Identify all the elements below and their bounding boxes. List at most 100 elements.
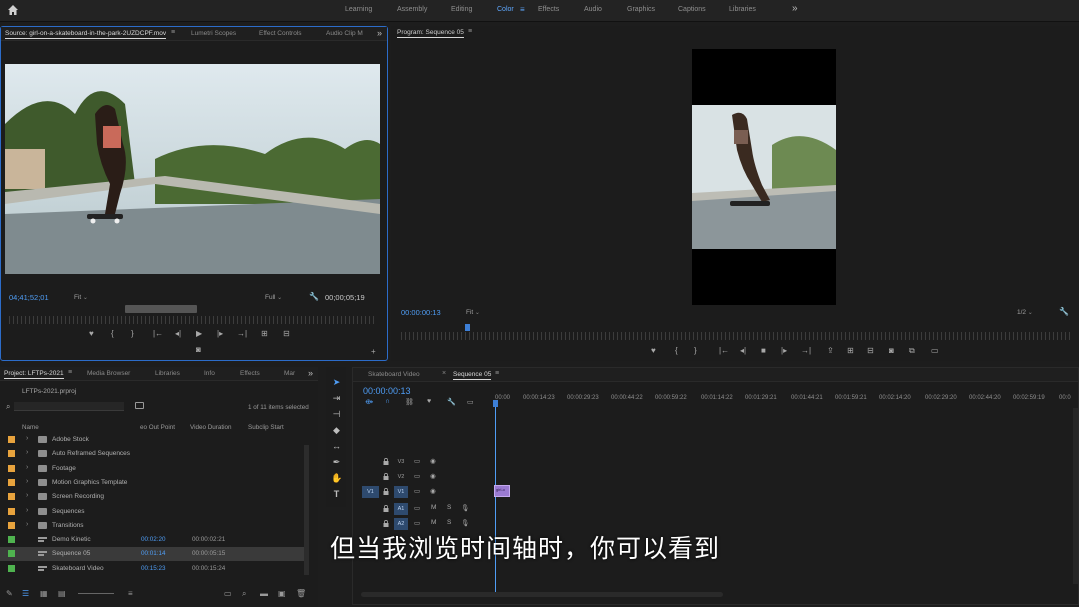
expand-chevron-icon[interactable]: › xyxy=(26,507,28,514)
close-tab-icon[interactable]: × xyxy=(442,370,446,377)
eye-icon[interactable]: ◉ xyxy=(430,457,436,465)
sync-lock-icon[interactable]: ▭ xyxy=(414,472,420,480)
snap-icon[interactable]: ∩ xyxy=(385,398,390,405)
source-patch[interactable]: V1 xyxy=(362,486,379,498)
export-frame-icon[interactable]: ◙ xyxy=(889,346,894,355)
column-video-duration[interactable]: Video Duration xyxy=(190,424,232,431)
linked-selection-icon[interactable]: ⛓ xyxy=(405,398,414,406)
sync-lock-icon[interactable]: ▭ xyxy=(414,457,420,465)
workspace-tab-graphics[interactable]: Graphics xyxy=(627,6,655,13)
proxy-toggle-icon[interactable]: ⧉ xyxy=(909,346,915,356)
project-item-row[interactable]: › Transitions xyxy=(0,519,305,533)
workspace-menu-icon[interactable]: ≡ xyxy=(520,5,525,14)
label-color-swatch[interactable] xyxy=(8,536,15,544)
project-item-row[interactable]: › Auto Reframed Sequences xyxy=(0,447,305,461)
workspace-tab-effects[interactable]: Effects xyxy=(538,6,559,13)
type-tool-icon[interactable]: T xyxy=(331,489,342,500)
program-time-ruler[interactable] xyxy=(401,332,1071,340)
workspace-tab-learning[interactable]: Learning xyxy=(345,6,372,13)
project-item-row[interactable]: › Sequences xyxy=(0,505,305,519)
tab-media-browser[interactable]: Media Browser xyxy=(87,370,130,377)
timeline-settings-icon[interactable]: 🔧 xyxy=(447,398,456,406)
label-color-swatch[interactable] xyxy=(8,564,15,572)
program-resolution-dropdown[interactable]: 1/2 xyxy=(1017,309,1033,316)
source-in-out-range[interactable] xyxy=(125,305,197,313)
export-frame-icon[interactable]: ◙ xyxy=(196,345,201,354)
play-icon[interactable]: ▶ xyxy=(196,329,202,338)
pencil-icon[interactable]: ✎ xyxy=(6,589,13,598)
tab-libraries[interactable]: Libraries xyxy=(155,370,180,377)
tab-info[interactable]: Info xyxy=(204,370,215,377)
expand-chevron-icon[interactable]: › xyxy=(26,449,28,456)
tab-lumetri-scopes[interactable]: Lumetri Scopes xyxy=(191,30,236,37)
razor-tool-icon[interactable]: ◆ xyxy=(331,425,342,436)
overwrite-icon[interactable]: ⊟ xyxy=(283,329,290,338)
nest-toggle-icon[interactable]: ⟴ xyxy=(365,398,373,406)
step-back-icon[interactable]: ◂| xyxy=(175,329,181,338)
timeline-zoom-scrollbar[interactable] xyxy=(361,592,723,597)
project-item-row[interactable]: › Screen Recording xyxy=(0,490,305,504)
expand-chevron-icon[interactable]: › xyxy=(26,521,28,528)
mute-icon[interactable]: M xyxy=(431,519,436,526)
go-to-in-icon[interactable]: |← xyxy=(153,329,163,338)
new-bin-from-search-icon[interactable] xyxy=(135,402,144,409)
label-color-swatch[interactable] xyxy=(8,478,15,486)
lock-icon[interactable] xyxy=(383,458,389,465)
tab-source[interactable]: Source: girl-on-a-skateboard-in-the-park… xyxy=(5,30,167,39)
tab-program[interactable]: Program: Sequence 05 xyxy=(397,29,464,38)
stop-icon[interactable]: ■ xyxy=(761,346,766,355)
search-input[interactable] xyxy=(14,402,124,411)
label-color-swatch[interactable] xyxy=(8,450,15,458)
solo-icon[interactable]: S xyxy=(447,519,451,526)
label-color-swatch[interactable] xyxy=(8,436,15,443)
panel-menu-icon[interactable]: ≡ xyxy=(171,29,175,36)
go-to-out-icon[interactable]: →| xyxy=(801,346,811,355)
mute-icon[interactable]: M xyxy=(431,504,436,511)
ripple-edit-tool-icon[interactable]: ⊣ xyxy=(331,409,342,420)
go-to-in-icon[interactable]: |← xyxy=(719,346,729,355)
solo-icon[interactable]: S xyxy=(447,504,451,511)
program-playhead-timecode[interactable]: 00:00:00:13 xyxy=(401,308,441,317)
workspace-tab-libraries[interactable]: Libraries xyxy=(729,6,756,13)
workspace-tab-captions[interactable]: Captions xyxy=(678,6,706,13)
timeline-vertical-scrollbar[interactable] xyxy=(1073,408,1078,584)
lock-icon[interactable] xyxy=(383,505,389,512)
project-scrollbar[interactable] xyxy=(304,445,309,575)
mark-out-icon[interactable]: } xyxy=(694,346,697,355)
panel-menu-icon[interactable]: ≡ xyxy=(468,28,472,35)
label-color-swatch[interactable] xyxy=(8,464,15,472)
add-marker-icon[interactable]: ♥ xyxy=(427,398,431,405)
microphone-icon[interactable]: 🎙 xyxy=(461,504,469,512)
track-select-tool-icon[interactable]: ⇥ xyxy=(331,393,342,404)
column-name[interactable]: Name xyxy=(22,424,39,431)
source-time-ruler[interactable] xyxy=(9,316,377,324)
slip-tool-icon[interactable]: ↔ xyxy=(331,441,342,452)
timeline-clip[interactable]: girl-o xyxy=(494,485,510,497)
workspace-tab-editing[interactable]: Editing xyxy=(451,6,472,13)
track-name[interactable]: V2 xyxy=(394,471,408,483)
expand-chevron-icon[interactable]: › xyxy=(26,478,28,485)
list-view-icon[interactable]: ☰ xyxy=(22,589,29,598)
more-tabs-icon[interactable]: » xyxy=(377,28,382,38)
automate-to-sequence-icon[interactable]: ▭ xyxy=(224,589,232,598)
settings-wrench-icon[interactable]: 🔧 xyxy=(309,292,319,301)
sync-lock-icon[interactable]: ▭ xyxy=(414,504,420,512)
step-back-icon[interactable]: ◂| xyxy=(740,346,746,355)
eye-icon[interactable]: ◉ xyxy=(430,487,436,495)
workspace-tab-color[interactable]: Color xyxy=(497,6,514,13)
tab-project[interactable]: Project: LFTPs-2021 xyxy=(4,370,64,379)
go-to-out-icon[interactable]: →| xyxy=(237,329,247,338)
tab-audio-clip-mixer[interactable]: Audio Clip M xyxy=(326,30,363,37)
new-bin-icon[interactable]: ▬ xyxy=(260,589,268,598)
expand-chevron-icon[interactable]: › xyxy=(26,464,28,471)
insert-icon[interactable]: ⊞ xyxy=(261,329,268,338)
more-workspaces-icon[interactable]: » xyxy=(792,3,798,14)
tab-markers[interactable]: Mar xyxy=(284,370,295,377)
source-playhead-timecode[interactable]: 04;41;52;01 xyxy=(9,293,49,302)
source-resolution-dropdown[interactable]: Full xyxy=(265,294,282,301)
hand-tool-icon[interactable]: ✋ xyxy=(331,473,342,484)
more-tabs-icon[interactable]: » xyxy=(308,368,313,378)
icon-view-icon[interactable]: ▦ xyxy=(40,589,48,598)
project-item-row[interactable]: › Adobe Stock xyxy=(0,433,305,447)
vr-video-icon[interactable]: ▭ xyxy=(931,346,939,355)
